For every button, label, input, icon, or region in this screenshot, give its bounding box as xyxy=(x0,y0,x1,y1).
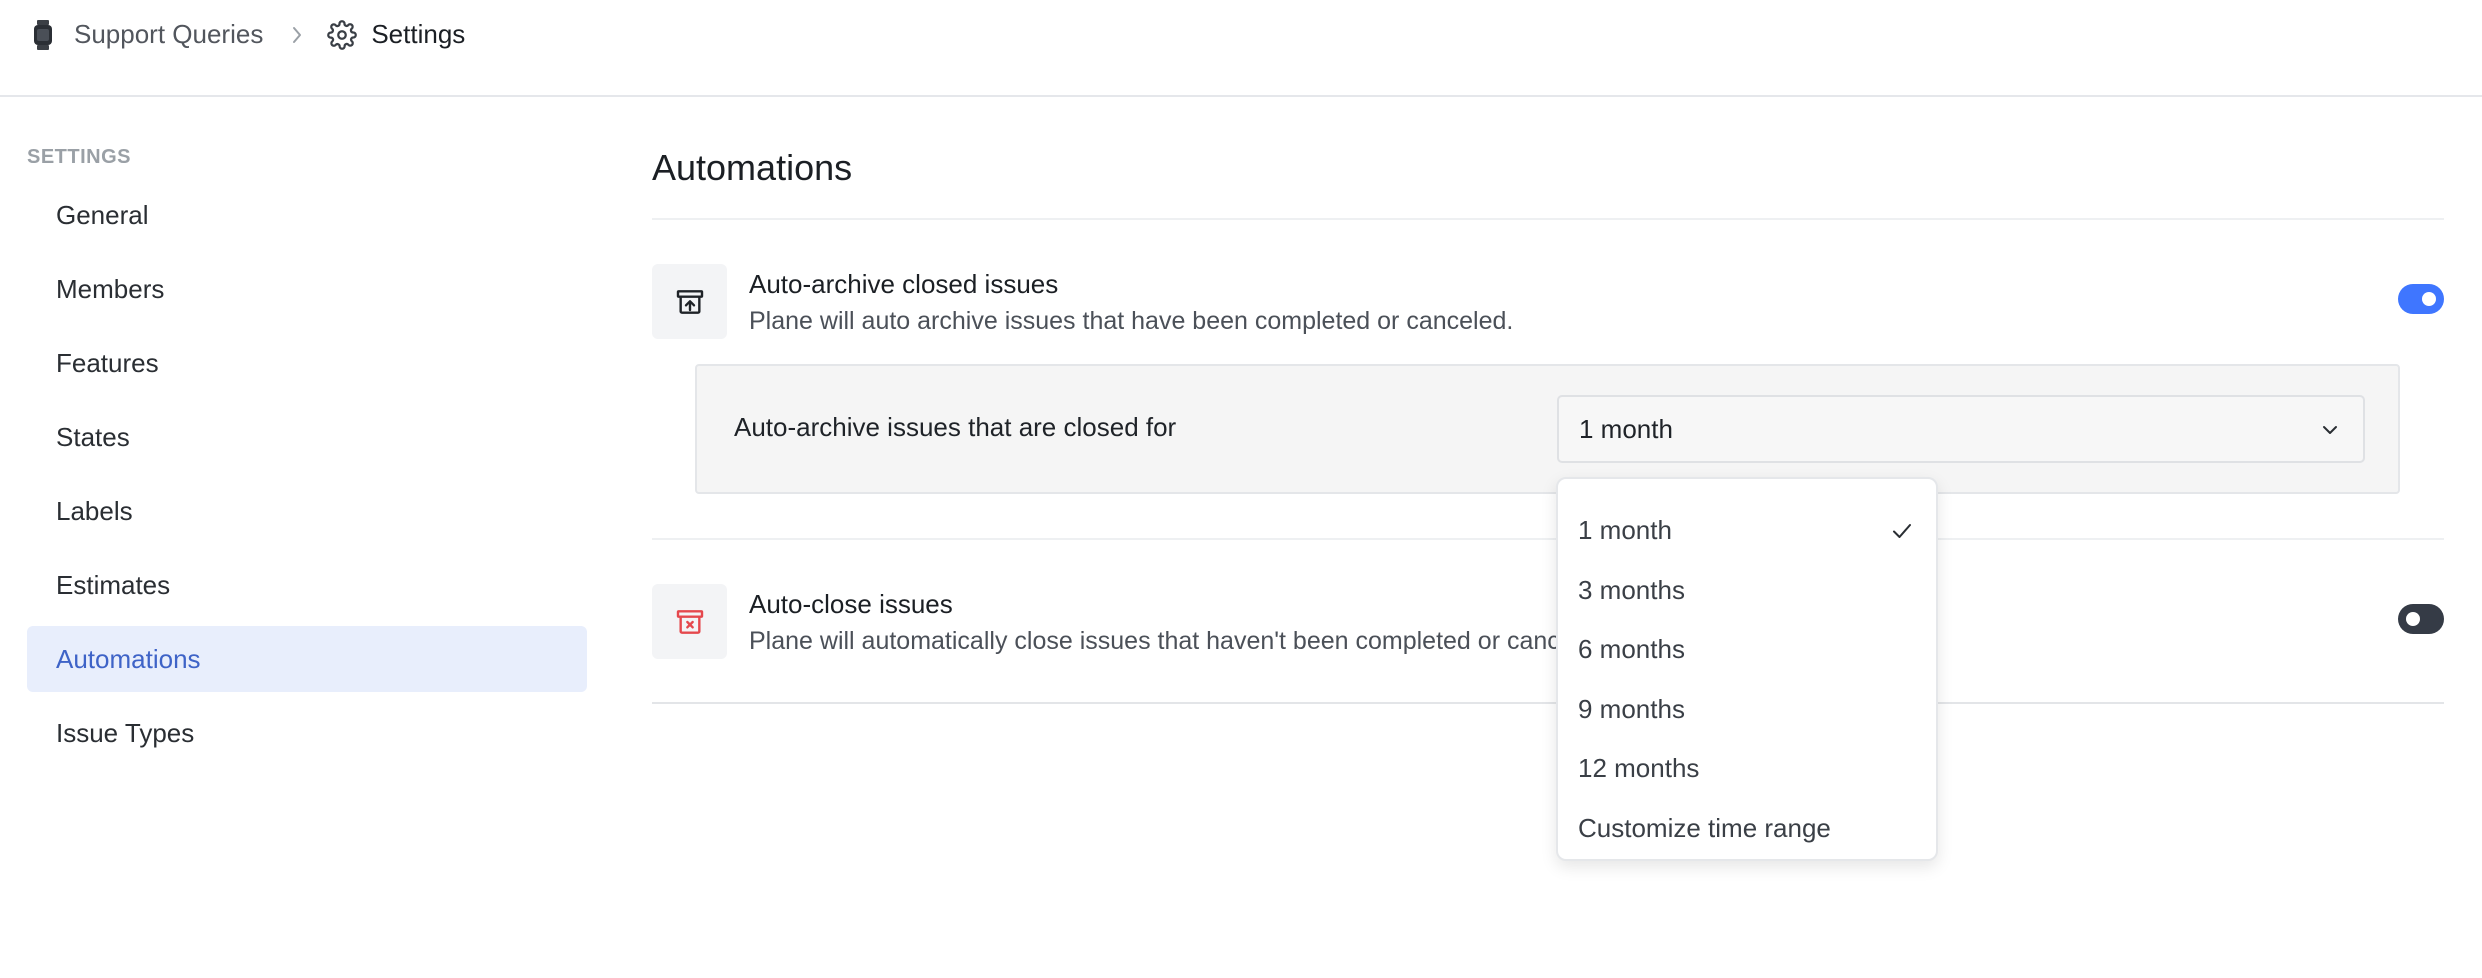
toggle-knob xyxy=(2422,292,2436,306)
page-title: Automations xyxy=(652,147,853,188)
main-content: Automations Auto-archive closed issues P… xyxy=(652,140,2444,704)
auto-archive-panel: Auto-archive issues that are closed for … xyxy=(695,364,2400,494)
sidebar-item-automations[interactable]: Automations xyxy=(27,626,587,692)
dropdown-option-3-months[interactable]: 3 months xyxy=(1558,561,1936,621)
dropdown-option-12-months[interactable]: 12 months xyxy=(1558,739,1936,799)
breadcrumb: Support Queries Settings xyxy=(28,15,465,55)
breadcrumb-project[interactable]: Support Queries xyxy=(74,19,263,50)
sidebar-item-features[interactable]: Features xyxy=(27,330,587,396)
top-bar: Support Queries Settings xyxy=(0,0,2482,97)
gear-icon xyxy=(327,19,358,50)
dropdown-option-1-month[interactable]: 1 month xyxy=(1558,501,1936,561)
sidebar-item-estimates[interactable]: Estimates xyxy=(27,552,587,618)
dropdown-option-9-months[interactable]: 9 months xyxy=(1558,680,1936,740)
dropdown-option-customize[interactable]: Customize time range xyxy=(1558,799,1936,859)
dropdown-option-6-months[interactable]: 6 months xyxy=(1558,620,1936,680)
archive-period-dropdown: 1 month 3 months 6 months 9 months 12 mo… xyxy=(1556,477,1938,861)
sidebar-item-labels[interactable]: Labels xyxy=(27,478,587,544)
divider xyxy=(652,538,2444,540)
archive-period-value: 1 month xyxy=(1579,413,1673,444)
settings-sidebar: SETTINGS General Members Features States… xyxy=(27,140,587,766)
check-icon xyxy=(1893,524,1911,538)
divider xyxy=(652,702,2444,704)
archive-period-select[interactable]: 1 month xyxy=(1557,395,2365,463)
breadcrumb-page: Settings xyxy=(371,19,466,49)
auto-close-section: Auto-close issues Plane will automatical… xyxy=(652,584,2444,660)
auto-close-toggle[interactable] xyxy=(2398,604,2444,634)
sidebar-item-issue-types[interactable]: Issue Types xyxy=(27,700,587,766)
chevron-down-icon xyxy=(2319,419,2341,441)
auto-archive-description: Plane will auto archive issues that have… xyxy=(749,307,1514,335)
archive-icon xyxy=(652,264,727,339)
auto-close-title: Auto-close issues xyxy=(749,589,953,619)
divider xyxy=(652,218,2444,220)
sidebar-item-members[interactable]: Members xyxy=(27,256,587,322)
archive-x-icon xyxy=(652,584,727,659)
auto-archive-period-label: Auto-archive issues that are closed for xyxy=(734,412,1177,442)
auto-archive-title: Auto-archive closed issues xyxy=(749,269,1059,299)
option-label: 1 month xyxy=(1578,515,1672,545)
sidebar-item-general[interactable]: General xyxy=(27,182,587,248)
sidebar-heading: SETTINGS xyxy=(27,146,132,168)
project-icon[interactable] xyxy=(28,19,58,50)
toggle-knob xyxy=(2406,612,2420,626)
auto-archive-section: Auto-archive closed issues Plane will au… xyxy=(652,264,2444,340)
sidebar-item-states[interactable]: States xyxy=(27,404,587,470)
auto-archive-toggle[interactable] xyxy=(2398,284,2444,314)
auto-close-description: Plane will automatically close issues th… xyxy=(749,627,1614,655)
chevron-right-icon xyxy=(285,23,309,47)
